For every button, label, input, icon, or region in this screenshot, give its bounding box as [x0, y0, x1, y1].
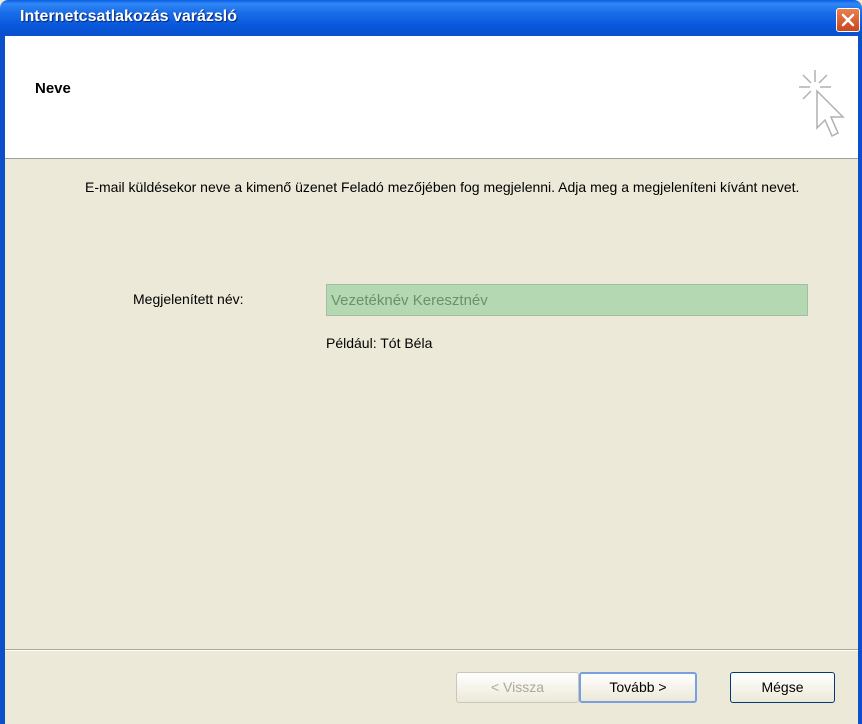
example-text: Például: Tót Béla — [326, 335, 433, 351]
wizard-window: Internetcsatlakozás varázsló Neve E-mail… — [0, 0, 862, 724]
next-button[interactable]: Tovább > — [579, 672, 697, 703]
wizard-header: Neve — [5, 36, 858, 159]
title-bar[interactable]: Internetcsatlakozás varázsló — [0, 0, 862, 36]
footer-divider — [5, 649, 858, 651]
window-frame-right — [858, 36, 862, 724]
display-name-input[interactable] — [326, 284, 808, 316]
cancel-button[interactable]: Mégse — [730, 672, 835, 703]
back-button[interactable]: < Vissza — [456, 672, 579, 703]
description-text: E-mail küldésekor neve a kimenő üzenet F… — [85, 179, 800, 195]
display-name-label: Megjelenített név: — [133, 291, 244, 307]
close-icon — [841, 13, 855, 27]
wizard-content: E-mail küldésekor neve a kimenő üzenet F… — [5, 159, 858, 649]
page-title: Neve — [35, 80, 71, 97]
close-button[interactable] — [836, 8, 860, 32]
cursor-sparkle-icon — [799, 70, 845, 138]
window-title: Internetcsatlakozás varázsló — [20, 8, 237, 25]
